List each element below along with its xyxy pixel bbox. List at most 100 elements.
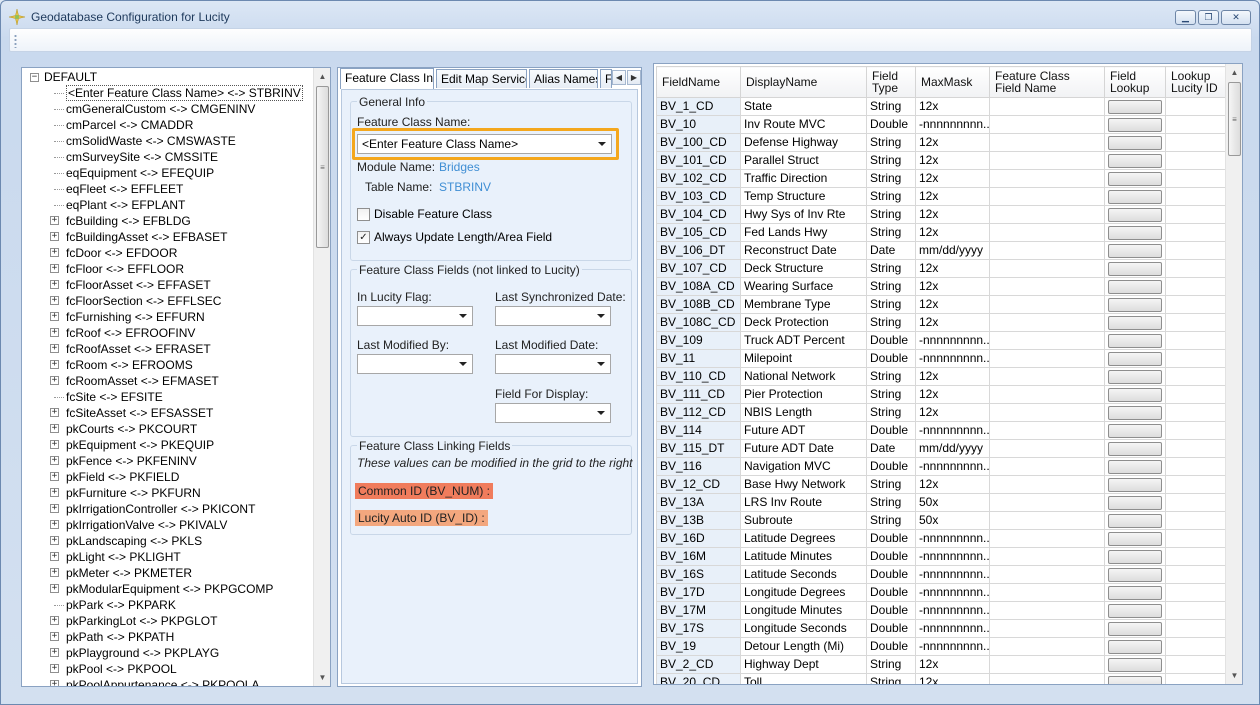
tree-item[interactable]: <Enter Feature Class Name> <-> STBRINV [22,85,314,101]
field-lookup-button[interactable] [1108,495,1162,510]
tree-item[interactable]: + fcBuilding <-> EFBLDG [22,213,314,229]
cell-field-type[interactable]: Double [866,529,916,548]
chevron-down-icon[interactable] [597,314,605,318]
cell-fc-field-name[interactable] [989,169,1105,188]
cell-maxmask[interactable]: 12x [915,295,990,314]
cell-fieldname[interactable]: BV_103_CD [656,187,741,206]
in-lucity-flag-dropdown[interactable] [357,306,473,326]
minimize-button[interactable]: ▁ [1175,10,1196,25]
tree-item[interactable]: + pkPoolAppurtenance <-> PKPOOLA [22,677,314,686]
cell-fieldname[interactable]: BV_16D [656,529,741,548]
table-row[interactable]: BV_102_CD Traffic Direction String 12x [656,169,1227,188]
table-row[interactable]: BV_110_CD National Network String 12x [656,367,1227,386]
cell-maxmask[interactable]: mm/dd/yyyy [915,241,990,260]
table-row[interactable]: BV_17M Longitude Minutes Double -nnnnnnnnn.… [656,601,1227,620]
tree-item[interactable]: + fcFurnishing <-> EFFURN [22,309,314,325]
field-lookup-button[interactable] [1108,207,1162,222]
table-row[interactable]: BV_112_CD NBIS Length String 12x [656,403,1227,422]
tree-item[interactable]: + fcSiteAsset <-> EFSASSET [22,405,314,421]
cell-maxmask[interactable]: 50x [915,511,990,530]
cell-lookup-lucity-id[interactable] [1165,565,1227,584]
cell-displayname[interactable]: Reconstruct Date [740,241,867,260]
expand-icon[interactable]: + [50,216,59,225]
grid-scrollbar[interactable]: ▲ ≡ ▼ [1225,64,1242,684]
cell-displayname[interactable]: NBIS Length [740,403,867,422]
cell-fc-field-name[interactable] [989,601,1105,620]
cell-maxmask[interactable]: -nnnnnnnnn... [915,457,990,476]
tree-item[interactable]: + pkField <-> PKFIELD [22,469,314,485]
cell-field-type[interactable]: String [866,295,916,314]
cell-fc-field-name[interactable] [989,655,1105,674]
tab-scroll-right-icon[interactable]: ▶ [627,70,641,85]
cell-fc-field-name[interactable] [989,115,1105,134]
tree-item[interactable]: cmGeneralCustom <-> CMGENINV [22,101,314,117]
cell-maxmask[interactable]: 12x [915,223,990,242]
cell-fc-field-name[interactable] [989,403,1105,422]
cell-lookup-lucity-id[interactable] [1165,349,1227,368]
table-row[interactable]: BV_103_CD Temp Structure String 12x [656,187,1227,206]
cell-field-type[interactable]: Double [866,457,916,476]
cell-lookup-lucity-id[interactable] [1165,421,1227,440]
tree-item[interactable]: + pkPool <-> PKPOOL [22,661,314,677]
cell-fc-field-name[interactable] [989,457,1105,476]
tree-item[interactable]: + pkModularEquipment <-> PKPGCOMP [22,581,314,597]
cell-field-type[interactable]: Double [866,547,916,566]
field-lookup-button[interactable] [1108,657,1162,672]
cell-displayname[interactable]: Longitude Degrees [740,583,867,602]
tree-item[interactable]: eqPlant <-> EFPLANT [22,197,314,213]
cell-fc-field-name[interactable] [989,547,1105,566]
cell-fieldname[interactable]: BV_114 [656,421,741,440]
expand-icon[interactable]: + [50,680,59,686]
field-lookup-button[interactable] [1108,279,1162,294]
cell-field-type[interactable]: Double [866,583,916,602]
cell-fc-field-name[interactable] [989,241,1105,260]
tab-edit-map-service[interactable]: Edit Map Service [436,69,527,88]
tree-item[interactable]: + fcDoor <-> EFDOOR [22,245,314,261]
cell-lookup-lucity-id[interactable] [1165,439,1227,458]
tree-item[interactable]: + pkParkingLot <-> PKPGLOT [22,613,314,629]
cell-fieldname[interactable]: BV_108A_CD [656,277,741,296]
table-row[interactable]: BV_111_CD Pier Protection String 12x [656,385,1227,404]
tree-item[interactable]: + fcFloorAsset <-> EFFASET [22,277,314,293]
expand-icon[interactable]: + [50,296,59,305]
tree-item[interactable]: + pkFurniture <-> PKFURN [22,485,314,501]
cell-maxmask[interactable]: 12x [915,655,990,674]
cell-lookup-lucity-id[interactable] [1165,637,1227,656]
cell-fc-field-name[interactable] [989,349,1105,368]
field-lookup-button[interactable] [1108,135,1162,150]
scroll-up-icon[interactable]: ▲ [314,68,330,85]
cell-lookup-lucity-id[interactable] [1165,547,1227,566]
cell-fieldname[interactable]: BV_16S [656,565,741,584]
chevron-down-icon[interactable] [597,411,605,415]
cell-displayname[interactable]: Toll [740,673,867,684]
field-lookup-button[interactable] [1108,675,1162,684]
cell-field-type[interactable]: Double [866,349,916,368]
cell-fieldname[interactable]: BV_100_CD [656,133,741,152]
cell-fieldname[interactable]: BV_13B [656,511,741,530]
collapse-icon[interactable]: − [30,72,39,82]
table-row[interactable]: BV_20_CD Toll String 12x [656,673,1227,684]
cell-displayname[interactable]: Temp Structure [740,187,867,206]
tree-item[interactable]: + fcRoomAsset <-> EFMASET [22,373,314,389]
cell-lookup-lucity-id[interactable] [1165,493,1227,512]
scroll-thumb[interactable]: ≡ [316,86,329,248]
cell-fc-field-name[interactable] [989,259,1105,278]
cell-maxmask[interactable]: 50x [915,493,990,512]
cell-fieldname[interactable]: BV_110_CD [656,367,741,386]
table-row[interactable]: BV_16M Latitude Minutes Double -nnnnnnnnn..… [656,547,1227,566]
cell-lookup-lucity-id[interactable] [1165,655,1227,674]
table-row[interactable]: BV_1_CD State String 12x [656,97,1227,116]
tree-item[interactable]: + fcRoom <-> EFROOMS [22,357,314,373]
cell-maxmask[interactable]: 12x [915,151,990,170]
cell-lookup-lucity-id[interactable] [1165,97,1227,116]
field-lookup-button[interactable] [1108,225,1162,240]
cell-maxmask[interactable]: -nnnnnnnnn... [915,637,990,656]
expand-icon[interactable]: + [50,264,59,273]
cell-maxmask[interactable]: -nnnnnnnnn... [915,529,990,548]
chevron-down-icon[interactable] [459,362,467,366]
cell-field-type[interactable]: Double [866,331,916,350]
checkmark-icon[interactable]: ✓ [357,230,370,244]
chevron-down-icon[interactable] [459,314,467,318]
cell-displayname[interactable]: Future ADT Date [740,439,867,458]
cell-maxmask[interactable]: -nnnnnnnnn... [915,115,990,134]
